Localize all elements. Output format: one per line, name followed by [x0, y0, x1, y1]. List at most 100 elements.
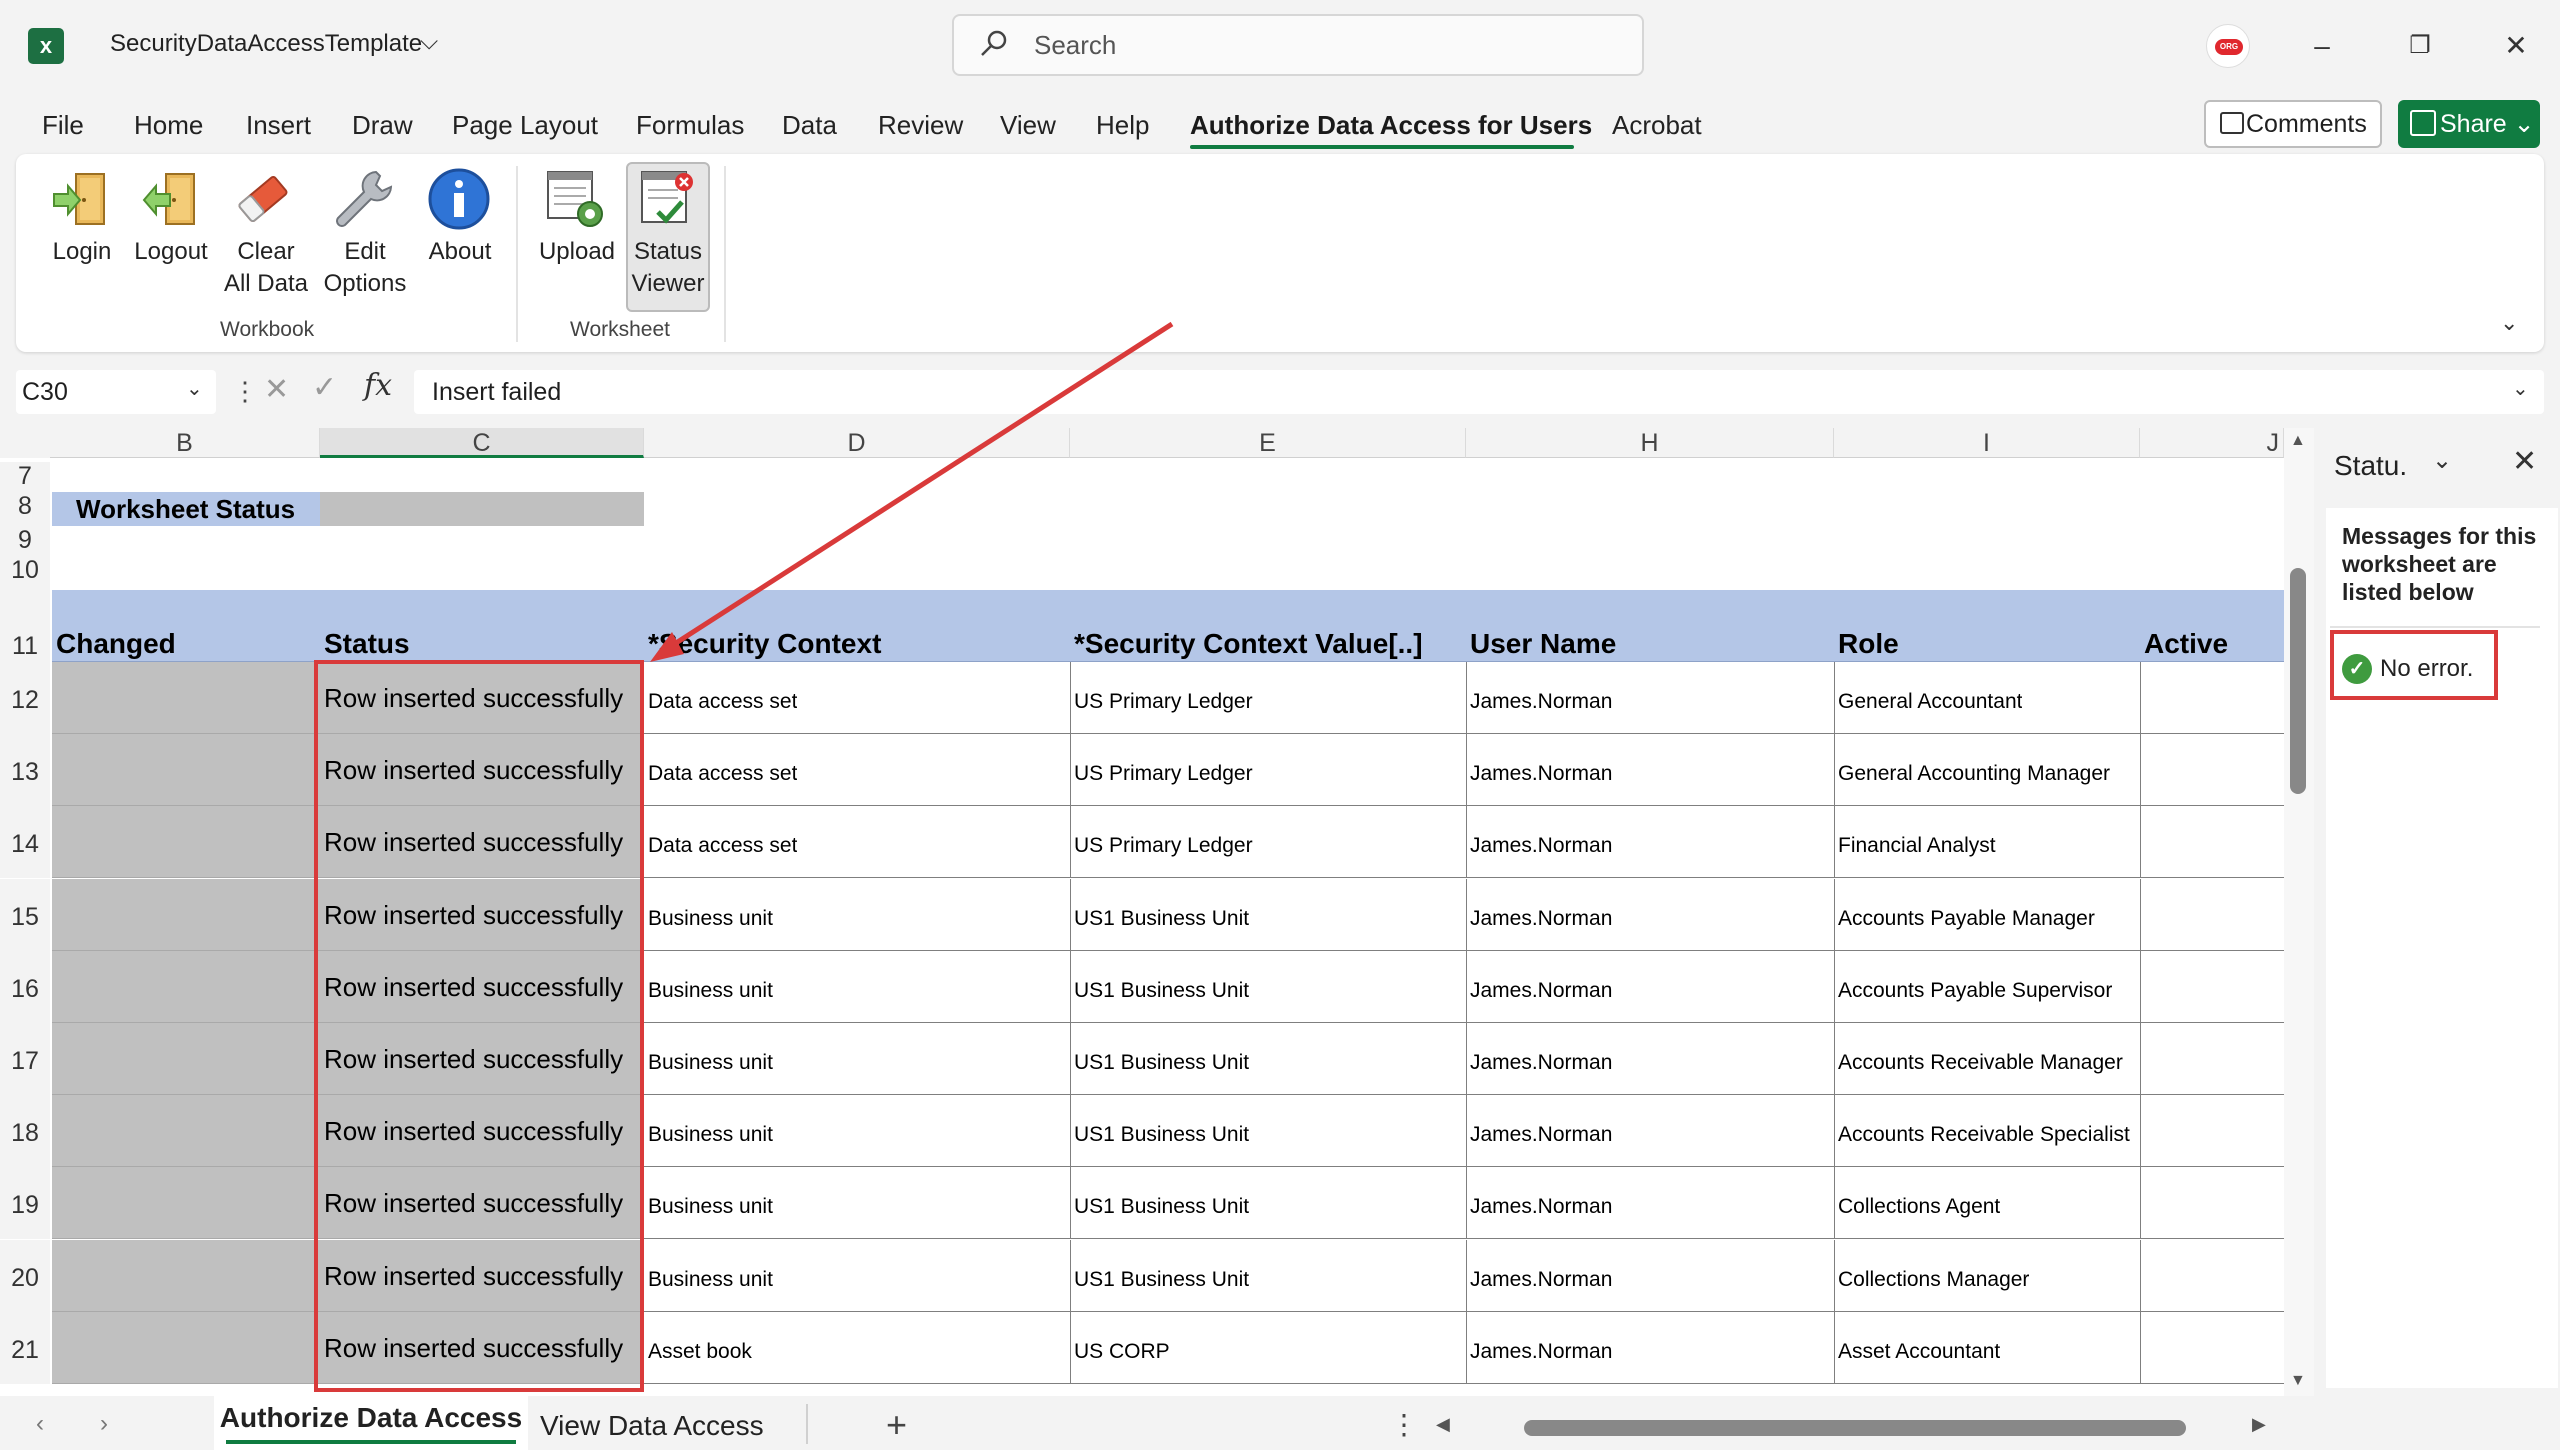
role-cell[interactable]: Asset Accountant [1838, 1336, 2000, 1368]
more-options-icon[interactable]: ⋮ [1390, 1408, 1418, 1441]
security-context-cell[interactable]: Data access set [648, 830, 797, 862]
security-context-value-cell[interactable]: US1 Business Unit [1074, 903, 1249, 935]
user-name-cell[interactable]: James.Norman [1470, 830, 1612, 862]
user-name-cell[interactable]: James.Norman [1470, 1119, 1612, 1151]
security-context-value-cell[interactable]: US Primary Ledger [1074, 830, 1253, 862]
column-header-c[interactable]: C [320, 428, 644, 458]
changed-cell[interactable] [52, 1240, 320, 1312]
role-cell[interactable]: Collections Agent [1838, 1191, 2000, 1223]
about-button[interactable]: About [418, 236, 502, 268]
row-header[interactable]: 8 [0, 492, 50, 526]
row-header[interactable]: 12 [0, 662, 50, 734]
account-avatar[interactable]: ORG [2206, 24, 2250, 68]
user-name-cell[interactable]: James.Norman [1470, 1264, 1612, 1296]
row-header[interactable]: 16 [0, 951, 50, 1023]
upload-button[interactable]: Upload [534, 236, 620, 268]
scroll-up-icon[interactable]: ▲ [2290, 432, 2306, 450]
role-cell[interactable]: Accounts Receivable Specialist [1838, 1119, 2130, 1151]
changed-cell[interactable] [52, 1167, 320, 1239]
security-context-value-cell[interactable]: US1 Business Unit [1074, 1119, 1249, 1151]
chevron-down-icon[interactable]: ⌵ [420, 28, 438, 56]
formula-input[interactable]: Insert failed [414, 370, 2544, 414]
changed-cell[interactable] [52, 662, 320, 734]
insert-function-icon[interactable]: fx [364, 368, 392, 403]
logout-button[interactable]: Logout [128, 236, 214, 268]
edit-options-button[interactable]: Edit Options [318, 236, 412, 300]
user-name-cell[interactable]: James.Norman [1470, 758, 1612, 790]
search-placeholder[interactable]: Search [1034, 30, 1116, 61]
column-header-i[interactable]: I [1834, 428, 2140, 458]
header-role[interactable]: Role [1838, 626, 1899, 662]
cancel-entry-icon[interactable]: ✕ [264, 372, 289, 407]
row-header[interactable]: 20 [0, 1240, 50, 1312]
tab-view[interactable]: View [1000, 110, 1056, 141]
row-header[interactable]: 7 [0, 462, 50, 492]
row-header[interactable]: 21 [0, 1312, 50, 1384]
role-cell[interactable]: Accounts Payable Supervisor [1838, 975, 2112, 1007]
worksheet-status-value-cell[interactable] [320, 492, 644, 526]
role-cell[interactable]: General Accountant [1838, 686, 2022, 718]
security-context-cell[interactable]: Asset book [648, 1336, 752, 1368]
tab-review[interactable]: Review [878, 110, 963, 141]
tab-data[interactable]: Data [782, 110, 837, 141]
close-window-button[interactable]: ✕ [2496, 26, 2536, 66]
changed-cell[interactable] [52, 951, 320, 1023]
row-header[interactable]: 15 [0, 879, 50, 951]
security-context-cell[interactable]: Business unit [648, 1264, 773, 1296]
security-context-cell[interactable]: Business unit [648, 1119, 773, 1151]
ribbon-collapse-icon[interactable]: ⌄ [2500, 310, 2518, 336]
security-context-cell[interactable]: Data access set [648, 686, 797, 718]
security-context-value-cell[interactable]: US1 Business Unit [1074, 1191, 1249, 1223]
tab-authorize-data-access[interactable]: Authorize Data Access for Users [1190, 110, 1592, 141]
row-header[interactable]: 13 [0, 734, 50, 806]
header-status[interactable]: Status [324, 626, 410, 662]
user-name-cell[interactable]: James.Norman [1470, 903, 1612, 935]
column-header-h[interactable]: H [1466, 428, 1834, 458]
changed-cell[interactable] [52, 879, 320, 951]
user-name-cell[interactable]: James.Norman [1470, 1047, 1612, 1079]
security-context-cell[interactable]: Data access set [648, 758, 797, 790]
sheet-tab-view-data-access[interactable]: View Data Access [540, 1410, 764, 1442]
column-header-e[interactable]: E [1070, 428, 1466, 458]
next-sheet-icon[interactable]: › [100, 1410, 108, 1438]
security-context-cell[interactable]: Business unit [648, 903, 773, 935]
prev-sheet-icon[interactable]: ‹ [36, 1410, 44, 1438]
row-header[interactable]: 18 [0, 1095, 50, 1167]
chevron-down-icon[interactable]: ⌄ [2432, 446, 2452, 475]
row-header[interactable]: 10 [0, 556, 50, 590]
security-context-cell[interactable]: Business unit [648, 1047, 773, 1079]
column-header-d[interactable]: D [644, 428, 1070, 458]
changed-cell[interactable] [52, 806, 320, 878]
row-header[interactable]: 17 [0, 1023, 50, 1095]
role-cell[interactable]: General Accounting Manager [1838, 758, 2110, 790]
header-user-name[interactable]: User Name [1470, 626, 1616, 662]
header-security-context[interactable]: *Security Context [648, 626, 881, 662]
tab-acrobat[interactable]: Acrobat [1612, 110, 1702, 141]
role-cell[interactable]: Financial Analyst [1838, 830, 1996, 862]
changed-cell[interactable] [52, 734, 320, 806]
role-cell[interactable]: Accounts Receivable Manager [1838, 1047, 2123, 1079]
tab-home[interactable]: Home [134, 110, 203, 141]
minimize-button[interactable]: – [2302, 26, 2342, 66]
row-header[interactable]: 19 [0, 1167, 50, 1239]
header-active[interactable]: Active [2144, 626, 2228, 662]
tab-insert[interactable]: Insert [246, 110, 311, 141]
user-name-cell[interactable]: James.Norman [1470, 686, 1612, 718]
tab-draw[interactable]: Draw [352, 110, 413, 141]
user-name-cell[interactable]: James.Norman [1470, 1191, 1612, 1223]
security-context-value-cell[interactable]: US1 Business Unit [1074, 1264, 1249, 1296]
confirm-entry-icon[interactable]: ✓ [312, 370, 337, 405]
tab-page-layout[interactable]: Page Layout [452, 110, 598, 141]
row-header[interactable]: 14 [0, 806, 50, 878]
security-context-value-cell[interactable]: US Primary Ledger [1074, 686, 1253, 718]
column-header-b[interactable]: B [50, 428, 320, 458]
security-context-value-cell[interactable]: US1 Business Unit [1074, 1047, 1249, 1079]
clear-all-data-button[interactable]: Clear All Data [214, 236, 318, 300]
more-options-icon[interactable]: ⋮ [232, 376, 258, 407]
user-name-cell[interactable]: James.Norman [1470, 1336, 1612, 1368]
document-title[interactable]: SecurityDataAccessTemplate [110, 30, 422, 58]
security-context-value-cell[interactable]: US1 Business Unit [1074, 975, 1249, 1007]
role-cell[interactable]: Accounts Payable Manager [1838, 903, 2095, 935]
security-context-value-cell[interactable]: US CORP [1074, 1336, 1170, 1368]
role-cell[interactable]: Collections Manager [1838, 1264, 2029, 1296]
